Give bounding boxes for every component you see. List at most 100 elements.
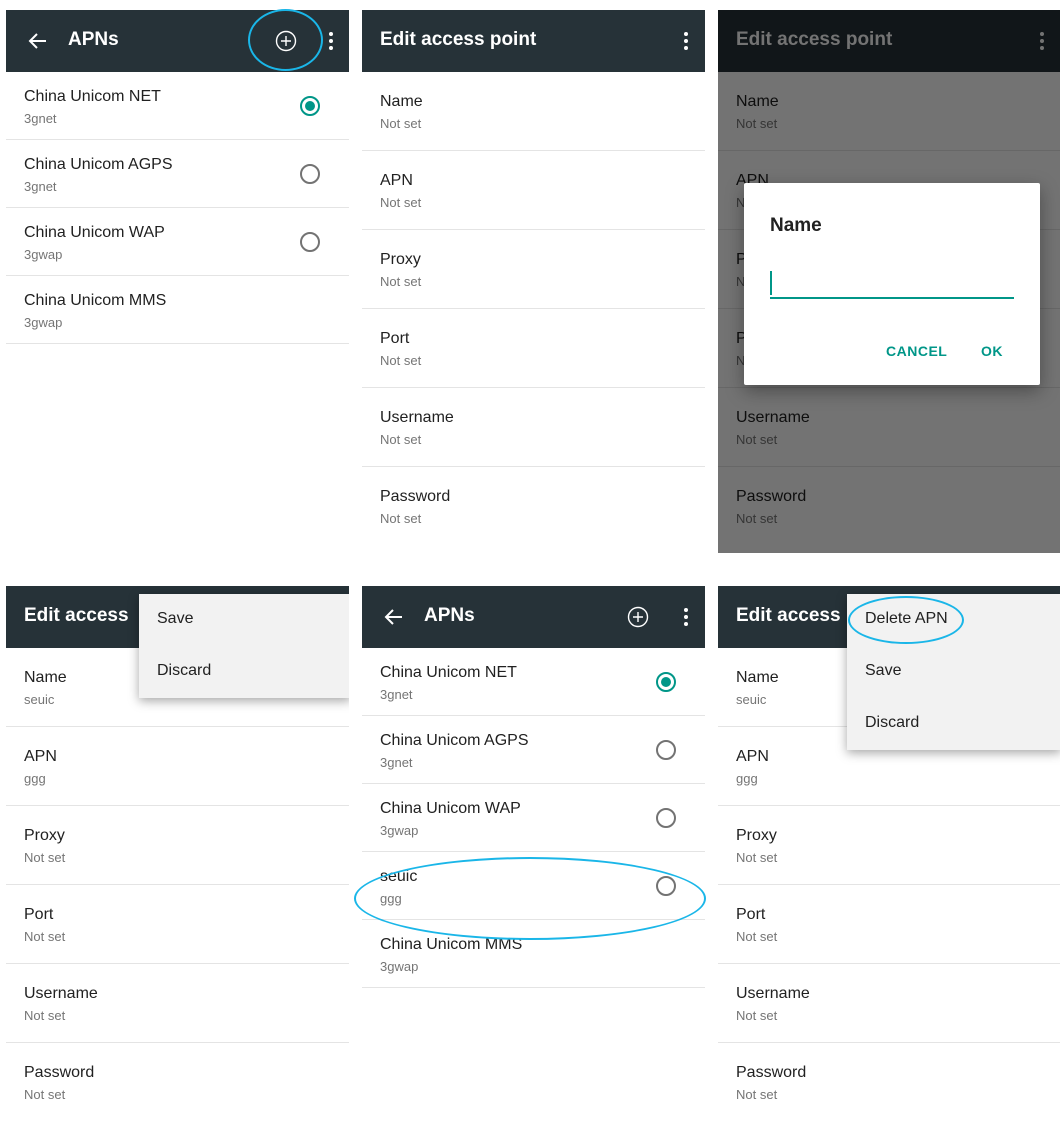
menu-item-save[interactable]: Save [139, 594, 349, 646]
back-arrow-icon[interactable] [382, 602, 406, 632]
field-value: Not set [736, 1008, 778, 1023]
field-value: Not set [24, 1087, 66, 1102]
field-label: APN [380, 172, 413, 189]
page-title: APNs [424, 605, 475, 626]
dialog-title: Name [770, 215, 822, 236]
apn-list: China Unicom NET 3gnet China Unicom AGPS… [362, 648, 705, 988]
add-apn-icon[interactable] [627, 606, 649, 628]
apn-value: 3gnet [24, 179, 57, 194]
apn-field[interactable]: APN ggg [6, 727, 349, 806]
apn-radio[interactable] [656, 808, 676, 828]
field-list: Name Not set APN Not set Proxy Not set P… [362, 72, 705, 546]
menu-item-label: Discard [865, 714, 920, 731]
apn-item[interactable]: China Unicom NET 3gnet [6, 72, 349, 140]
field-label: APN [24, 748, 57, 765]
field-value: seuic [24, 692, 55, 707]
field-label: Port [380, 330, 410, 347]
apn-value: 3gwap [24, 315, 63, 330]
page-title: Edit access point [380, 29, 537, 50]
apn-item[interactable]: China Unicom MMS 3gwap [6, 276, 349, 344]
add-apn-icon[interactable] [275, 30, 297, 52]
apn-item[interactable]: China Unicom AGPS 3gnet [6, 140, 349, 208]
back-arrow-icon[interactable] [26, 26, 50, 56]
field-label: Port [736, 906, 766, 923]
apn-item[interactable]: China Unicom MMS 3gwap [362, 920, 705, 988]
port-field[interactable]: Port Not set [718, 885, 1060, 964]
edit-access-point-dialog-screen: Edit access point Name Not set APN Not s… [718, 10, 1060, 553]
field-value: ggg [24, 771, 46, 786]
apn-item[interactable]: China Unicom NET 3gnet [362, 648, 705, 716]
apn-radio[interactable] [300, 164, 320, 184]
menu-item-delete-apn[interactable]: Delete APN [847, 594, 1060, 646]
port-field[interactable]: Port Not set [6, 885, 349, 964]
field-value: Not set [380, 353, 422, 368]
field-label: Username [736, 985, 810, 1002]
field-value: Not set [736, 929, 778, 944]
password-field[interactable]: Password Not set [6, 1043, 349, 1121]
menu-item-discard[interactable]: Discard [139, 646, 349, 698]
field-label: Name [736, 669, 779, 686]
port-field[interactable]: Port Not set [362, 309, 705, 388]
apn-name: China Unicom AGPS [380, 732, 529, 749]
field-value: Not set [736, 1087, 778, 1102]
apns-updated-screen: APNs China Unicom NET 3gnet China Unicom… [362, 586, 705, 1121]
field-label: Proxy [380, 251, 421, 268]
proxy-field[interactable]: Proxy Not set [6, 806, 349, 885]
apn-item-new[interactable]: seuic ggg [362, 852, 705, 920]
field-value: Not set [380, 432, 422, 447]
apn-radio[interactable] [300, 232, 320, 252]
apn-radio[interactable] [656, 740, 676, 760]
page-title: Edit access [24, 605, 129, 626]
overflow-menu-icon[interactable] [682, 30, 690, 52]
field-value: ggg [736, 771, 758, 786]
app-bar: Edit access point [362, 10, 705, 72]
menu-item-save[interactable]: Save [847, 646, 1060, 698]
apn-radio-selected[interactable] [300, 96, 320, 116]
apn-item[interactable]: China Unicom WAP 3gwap [362, 784, 705, 852]
name-input[interactable] [770, 267, 1014, 299]
apn-value: 3gnet [380, 755, 413, 770]
name-dialog: Name CANCEL OK [744, 183, 1040, 385]
field-list: Name seuic APN ggg Proxy Not set Port No… [6, 648, 349, 1121]
edit-access-point-delete-screen: Edit access Name seuic APN ggg Proxy Not… [718, 586, 1060, 1121]
field-label: Proxy [24, 827, 65, 844]
ok-button[interactable]: OK [981, 343, 1003, 359]
apn-name: seuic [380, 868, 418, 885]
apn-name: China Unicom MMS [24, 292, 167, 309]
name-field[interactable]: Name Not set [362, 72, 705, 151]
apn-value: 3gwap [24, 247, 63, 262]
username-field[interactable]: Username Not set [718, 964, 1060, 1043]
overflow-menu-icon[interactable] [682, 606, 690, 628]
text-cursor [770, 271, 772, 295]
password-field[interactable]: Password Not set [362, 467, 705, 546]
apn-radio[interactable] [656, 876, 676, 896]
apn-name: China Unicom NET [24, 88, 161, 105]
apn-field[interactable]: APN Not set [362, 151, 705, 230]
overflow-menu-icon[interactable] [327, 30, 335, 52]
apn-value: 3gwap [380, 959, 419, 974]
field-label: Name [24, 669, 67, 686]
cancel-button[interactable]: CANCEL [886, 343, 947, 359]
apn-item[interactable]: China Unicom WAP 3gwap [6, 208, 349, 276]
apn-value: ggg [380, 891, 402, 906]
field-value: Not set [736, 850, 778, 865]
field-label: Password [24, 1064, 95, 1081]
proxy-field[interactable]: Proxy Not set [362, 230, 705, 309]
apn-name: China Unicom AGPS [24, 156, 173, 173]
apn-radio-selected[interactable] [656, 672, 676, 692]
apn-name: China Unicom WAP [24, 224, 165, 241]
menu-item-label: Delete APN [865, 610, 948, 627]
proxy-field[interactable]: Proxy Not set [718, 806, 1060, 885]
username-field[interactable]: Username Not set [6, 964, 349, 1043]
page-title: APNs [68, 29, 119, 50]
field-value: Not set [24, 850, 66, 865]
username-field[interactable]: Username Not set [362, 388, 705, 467]
app-bar: APNs [6, 10, 349, 72]
apn-item[interactable]: China Unicom AGPS 3gnet [362, 716, 705, 784]
apn-value: 3gwap [380, 823, 419, 838]
apn-value: 3gnet [380, 687, 413, 702]
field-value: Not set [380, 511, 422, 526]
password-field[interactable]: Password Not set [718, 1043, 1060, 1121]
menu-item-discard[interactable]: Discard [847, 698, 1060, 750]
overflow-menu: Delete APN Save Discard [847, 594, 1060, 750]
